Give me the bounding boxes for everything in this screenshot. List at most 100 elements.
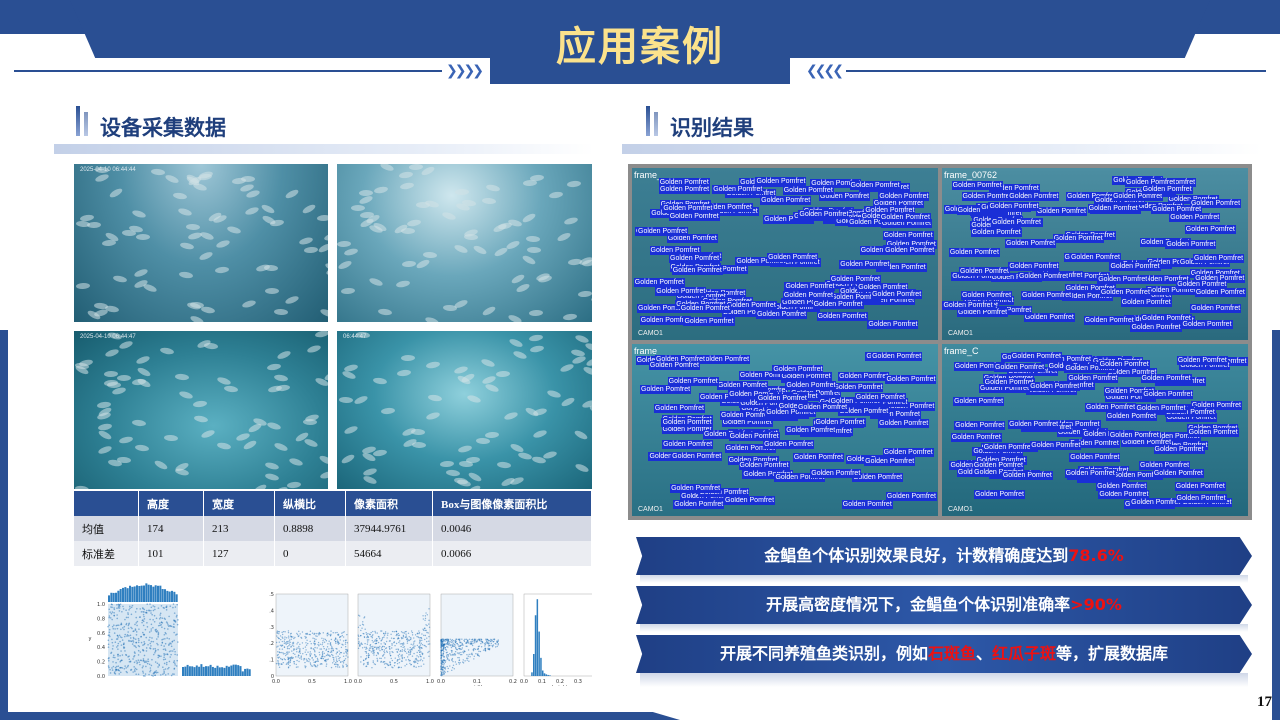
scatter-point <box>475 653 477 655</box>
scatter-point <box>408 654 410 656</box>
scatter-point <box>398 661 401 664</box>
fish-shape <box>197 250 214 262</box>
scatter-point <box>339 656 341 659</box>
scatter-point <box>141 607 144 609</box>
fish-shape <box>337 259 353 271</box>
scatter-point <box>138 639 140 642</box>
scatter-point <box>485 639 487 641</box>
scatter-point <box>395 630 398 632</box>
scatter-point <box>488 647 491 650</box>
scatter-point <box>384 631 387 633</box>
scatter-point <box>453 643 455 645</box>
detection-label: Golden Pomfret <box>655 287 707 297</box>
scatter-point <box>142 660 145 662</box>
scatter-point <box>412 644 414 646</box>
scatter-point <box>305 644 308 646</box>
scatter-point <box>168 660 171 663</box>
scatter-point <box>420 656 422 658</box>
scatter-point <box>140 659 143 662</box>
scatter-point <box>145 636 148 639</box>
scatter-point <box>398 658 401 660</box>
scatter-point <box>484 643 487 646</box>
scatter-point <box>390 633 392 636</box>
scatter-point <box>132 671 134 673</box>
scatter-point <box>381 648 384 651</box>
fish-shape <box>573 428 589 441</box>
scatter-point <box>362 659 365 662</box>
scatter-point <box>372 641 374 643</box>
scatter-point <box>405 630 407 633</box>
detection-label: Golden Pomfret <box>679 304 731 314</box>
scatter-point <box>276 635 278 637</box>
scatter-point <box>346 653 348 655</box>
scatter-point <box>160 621 163 623</box>
scatter-point <box>293 637 295 640</box>
scatter-point <box>329 655 331 657</box>
scatter-point <box>454 640 456 643</box>
detection-label: Golden Pomfret <box>1181 319 1233 329</box>
scatter-point <box>167 673 170 675</box>
histogram-bar <box>117 590 120 602</box>
scatter-point <box>295 666 298 668</box>
scatter-point <box>169 642 171 644</box>
scatter-point <box>421 643 424 646</box>
scatter-point <box>319 643 321 646</box>
scatter-point <box>385 640 388 643</box>
frame-label: frame_C <box>944 346 979 356</box>
scatter-point <box>407 651 410 654</box>
scatter-point <box>384 657 386 659</box>
scatter-point <box>121 654 124 656</box>
scatter-point <box>284 654 287 657</box>
scatter-point <box>158 622 161 624</box>
chevron-left-icon: ❮❮❮❮ <box>806 62 844 78</box>
scatter-point <box>286 646 289 648</box>
histogram-bar <box>200 664 203 676</box>
scatter-point <box>440 670 442 673</box>
detection-label: Golden Pomfret <box>1029 382 1081 392</box>
detection-label: Golden Pomfret <box>950 432 1002 442</box>
scatter-point <box>161 617 164 620</box>
fish-shape <box>153 458 169 471</box>
scatter-point <box>149 603 151 605</box>
scatter-point <box>497 644 499 646</box>
scatter-point <box>336 666 339 668</box>
scatter-point <box>458 645 460 648</box>
scatter-point <box>384 666 387 669</box>
scatter-point <box>456 652 459 654</box>
scatter-point <box>459 653 462 656</box>
histogram-bar <box>216 665 219 676</box>
scatter-point <box>140 611 143 613</box>
fish-shape <box>241 299 257 310</box>
scatter-point <box>318 654 321 656</box>
scatter-point <box>122 605 124 608</box>
fish-shape <box>559 362 575 374</box>
detection-label: Golden Pomfret <box>810 469 862 479</box>
scatter-point <box>281 648 284 650</box>
scatter-point <box>404 636 407 638</box>
scatter-point <box>288 639 291 641</box>
scatter-point <box>304 658 306 660</box>
scatter-point <box>383 642 385 644</box>
scatter-point <box>440 658 442 660</box>
detection-label: Golden Pomfret <box>716 380 768 390</box>
scatter-point <box>133 669 136 671</box>
scatter-point <box>276 654 279 657</box>
scatter-point <box>365 652 368 654</box>
scatter-point <box>108 608 111 611</box>
histogram-bar <box>246 668 249 676</box>
scatter-point <box>401 649 404 651</box>
scatter-point <box>129 634 132 637</box>
scatter-point <box>156 662 159 665</box>
scatter-point <box>490 638 492 641</box>
scatter-point <box>460 648 463 650</box>
scatter-point <box>169 656 171 658</box>
banner-shadow <box>640 673 1248 687</box>
scatter-point <box>297 656 299 658</box>
scatter-point <box>327 643 329 645</box>
fish-shape <box>97 444 113 456</box>
scatter-point <box>330 630 332 632</box>
scatter-point <box>471 640 474 643</box>
scatter-point <box>358 640 360 643</box>
table-header-row: 高度 宽度 纵横比 像素面积 Box与图像像素面积比 <box>74 491 592 516</box>
scatter-point <box>457 638 459 641</box>
